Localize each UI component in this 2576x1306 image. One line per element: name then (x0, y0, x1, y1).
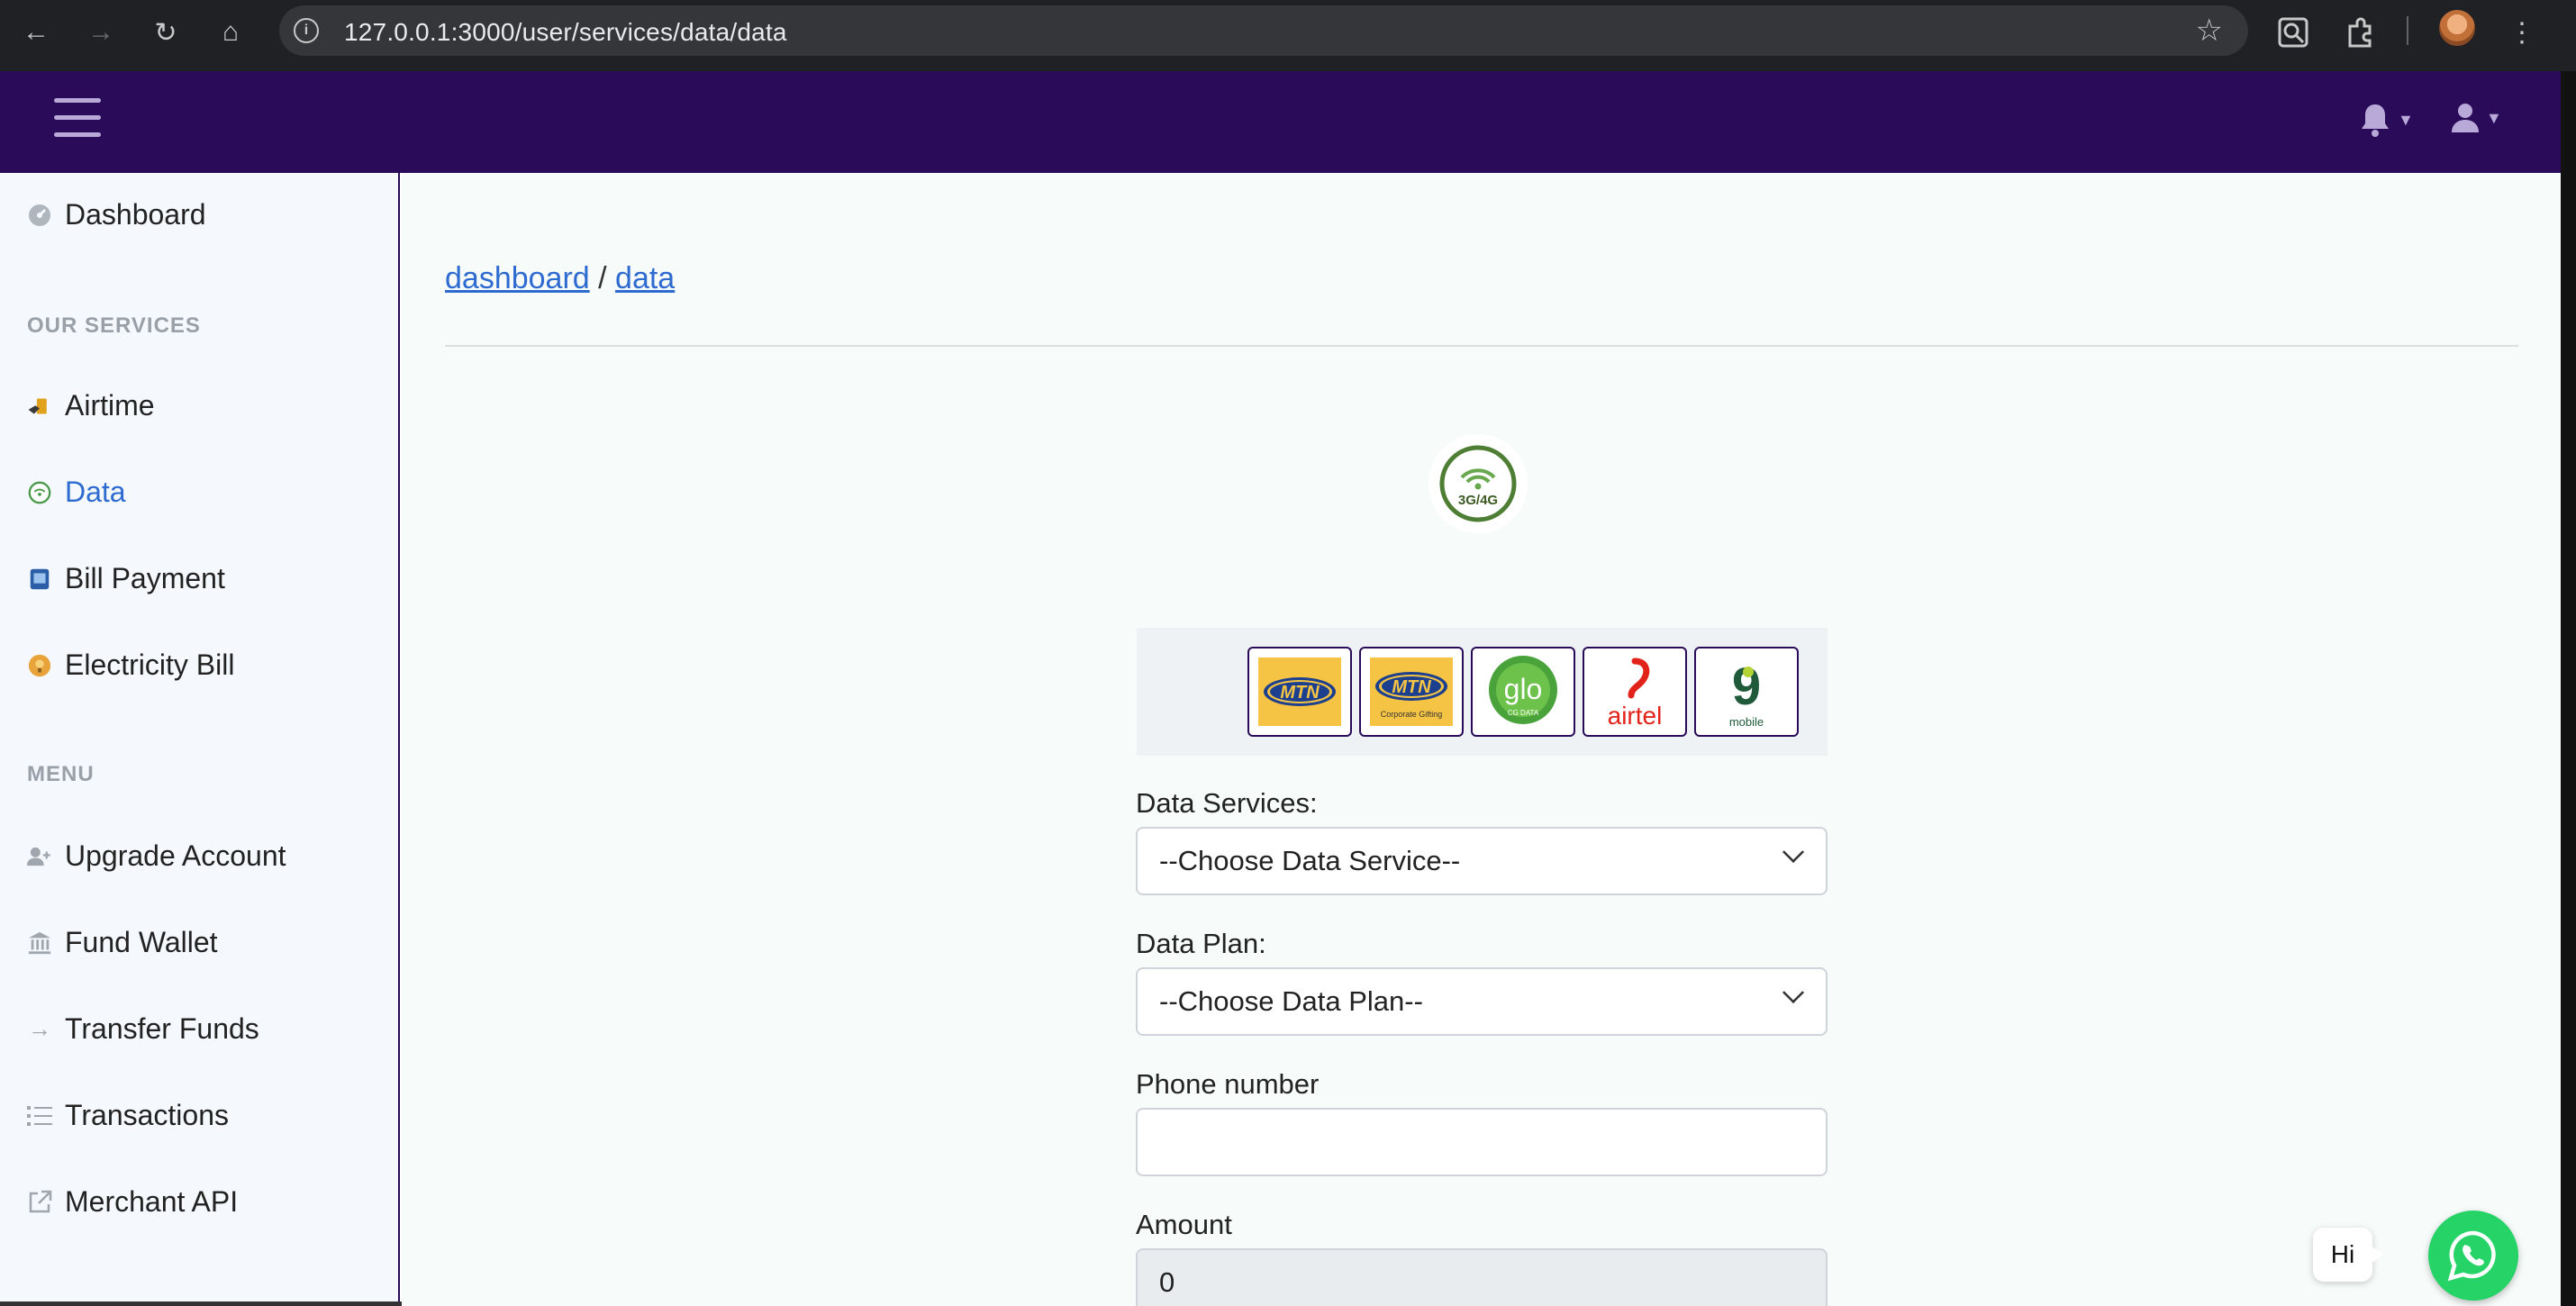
data-services-label: Data Services: (1136, 787, 1318, 819)
sidebar-item-airtime[interactable]: Airtime (27, 389, 155, 422)
top-navbar: ▼ ▼ (0, 71, 2561, 173)
sidebar: Dashboard OUR SERVICES Airtime Data Bill… (0, 173, 418, 1306)
url-text[interactable]: 127.0.0.1:3000/user/services/data/data (344, 18, 787, 47)
amount-input[interactable]: 0 (1136, 1248, 1828, 1306)
sidebar-item-label: Dashboard (65, 198, 206, 231)
network-option-9mobile[interactable]: 9 mobile (1694, 647, 1799, 737)
external-link-icon (27, 1190, 52, 1215)
amount-label: Amount (1136, 1209, 1232, 1240)
data-logo-text: 3G/4G (1458, 493, 1498, 508)
bell-icon (2362, 104, 2389, 137)
sidebar-item-fund-wallet[interactable]: Fund Wallet (27, 926, 218, 959)
sidebar-item-label: Upgrade Account (65, 839, 286, 872)
home-icon[interactable]: ⌂ (211, 13, 250, 52)
sidebar-item-label: Electricity Bill (65, 648, 235, 681)
9mobile-logo-number: 9 (1732, 658, 1761, 716)
data-service-selected: --Choose Data Service-- (1159, 845, 1461, 876)
mtn-cg-sublabel: Corporate Gifting (1381, 710, 1443, 719)
chat-greeting-bubble[interactable]: Hi (2313, 1228, 2383, 1282)
data-plan-label: Data Plan: (1136, 928, 1266, 959)
sidebar-item-label: Airtime (65, 389, 155, 422)
whatsapp-chat-button[interactable] (2428, 1211, 2518, 1301)
toolbar-divider (2407, 16, 2408, 45)
sidebar-item-dashboard[interactable]: Dashboard (27, 198, 206, 231)
reload-icon[interactable]: ↻ (146, 13, 186, 52)
lens-icon[interactable] (2273, 13, 2313, 52)
breadcrumb-separator: / (598, 261, 607, 295)
sidebar-item-electricity-bill[interactable]: Electricity Bill (27, 648, 234, 682)
bulb-icon (27, 653, 52, 678)
sidebar-item-label: Fund Wallet (65, 926, 218, 958)
sidebar-item-transactions[interactable]: Transactions (27, 1099, 229, 1132)
hamburger-menu-icon[interactable] (54, 98, 101, 138)
address-bar[interactable]: i 127.0.0.1:3000/user/services/data/data… (279, 5, 2248, 56)
chevron-down-icon (1782, 981, 1805, 1004)
app: ▼ ▼ Dashboard OUR SERVICES Airtime Data (0, 71, 2561, 1306)
window-edge (2561, 71, 2576, 1306)
mtn-logo-text: MTN (1392, 677, 1431, 697)
user-dropdown[interactable]: ▼ (2450, 102, 2502, 134)
network-option-glo[interactable]: glo CG DATA (1471, 647, 1575, 737)
9mobile-sublabel: mobile (1729, 715, 1764, 729)
breadcrumb: dashboard / data (445, 261, 675, 296)
sidebar-item-label: Transfer Funds (65, 1012, 259, 1045)
browser-menu-icon[interactable]: ⋮ (2502, 13, 2542, 52)
network-option-mtn[interactable]: MTN (1247, 647, 1352, 737)
data-plan-selected: --Choose Data Plan-- (1159, 985, 1423, 1017)
data-service-select[interactable]: --Choose Data Service-- (1136, 827, 1828, 895)
sidebar-item-bill-payment[interactable]: Bill Payment (27, 562, 225, 595)
mtn-logo-text: MTN (1280, 683, 1320, 703)
forward-icon[interactable]: → (81, 13, 121, 52)
user-icon (2452, 104, 2479, 132)
scrollbar-horizontal[interactable] (0, 1301, 418, 1306)
bill-icon (27, 567, 52, 592)
notifications-dropdown[interactable]: ▼ (2358, 102, 2414, 138)
sidebar-item-label: Bill Payment (65, 562, 225, 594)
arrow-right-icon: → (28, 1015, 51, 1042)
browser-toolbar: ← → ↻ ⌂ i 127.0.0.1:3000/user/services/d… (0, 0, 2576, 71)
sidebar-item-upgrade-account[interactable]: Upgrade Account (27, 839, 286, 873)
bank-icon (27, 930, 52, 956)
whatsapp-icon (2447, 1230, 2496, 1282)
data-icon (27, 480, 52, 505)
sidebar-item-merchant-api[interactable]: Merchant API (27, 1185, 238, 1219)
back-icon[interactable]: ← (16, 13, 56, 52)
data-service-logo: 3G/4G (1429, 434, 1528, 533)
airtel-logo-text: airtel (1608, 702, 1663, 730)
caret-down-icon: ▼ (2486, 108, 2502, 127)
sidebar-item-transfer-funds[interactable]: → Transfer Funds (27, 1012, 259, 1046)
section-heading-menu: MENU (27, 762, 95, 786)
list-icon (27, 1103, 52, 1129)
phone-number-label: Phone number (1136, 1068, 1320, 1100)
extensions-icon[interactable] (2340, 13, 2380, 52)
sidebar-item-label: Transactions (65, 1099, 229, 1131)
main-content: dashboard / data 3G/4G MTN MTN Corporate… (402, 173, 2561, 1306)
network-selector: MTN MTN Corporate Gifting glo CG DATA ai… (1137, 628, 1828, 756)
airtime-icon (27, 394, 52, 419)
chevron-down-icon (1782, 840, 1805, 864)
data-plan-select[interactable]: --Choose Data Plan-- (1136, 967, 1828, 1036)
sidebar-item-label: Data (65, 476, 126, 508)
network-option-airtel[interactable]: airtel (1583, 647, 1687, 737)
section-heading-services: OUR SERVICES (27, 313, 201, 338)
phone-number-input[interactable] (1136, 1108, 1828, 1176)
divider (445, 345, 2518, 347)
site-info-icon[interactable]: i (294, 18, 319, 43)
bookmark-star-icon[interactable]: ☆ (2196, 13, 2223, 49)
network-option-mtn-corporate-gifting[interactable]: MTN Corporate Gifting (1359, 647, 1464, 737)
gauge-icon (27, 203, 52, 228)
profile-avatar[interactable] (2439, 10, 2475, 46)
breadcrumb-link-dashboard[interactable]: dashboard (445, 261, 590, 295)
glo-sublabel: CG DATA (1508, 709, 1539, 717)
sidebar-item-label: Merchant API (65, 1185, 239, 1218)
breadcrumb-link-data[interactable]: data (615, 261, 675, 295)
caret-down-icon: ▼ (2398, 110, 2414, 129)
sidebar-item-data[interactable]: Data (27, 476, 126, 509)
glo-logo-text: glo (1504, 673, 1543, 705)
user-plus-icon (27, 844, 52, 869)
